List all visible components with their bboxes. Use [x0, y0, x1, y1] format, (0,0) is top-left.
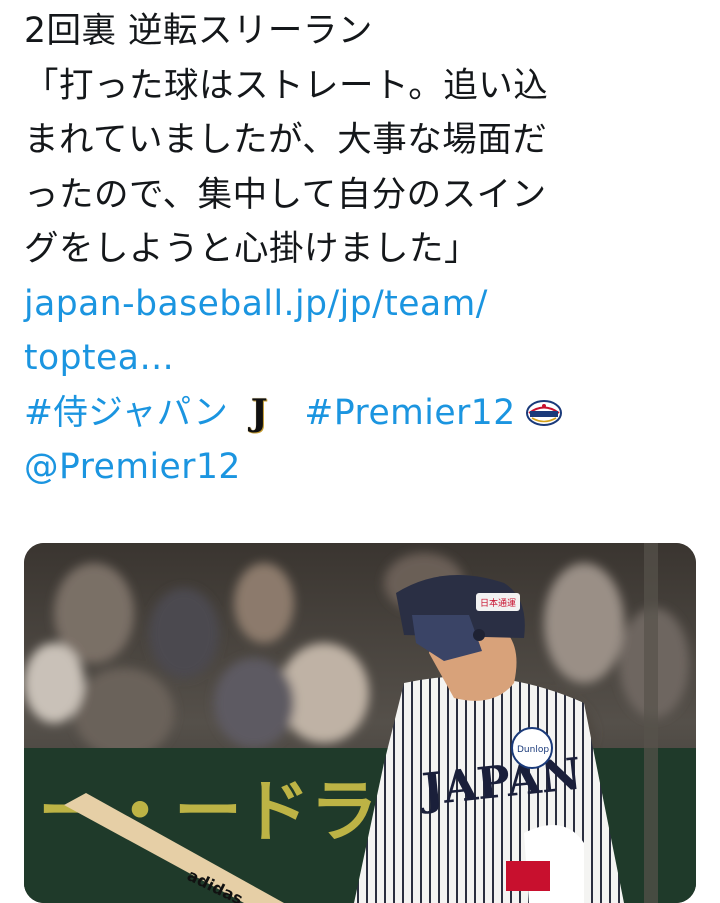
tweet-line: 2回裏 逆転スリーラン: [24, 11, 373, 51]
hashtag-premier12[interactable]: #Premier12: [304, 386, 515, 441]
helmet-badge-text: 日本通運: [480, 597, 516, 609]
tweet-line: 「打った球はストレート。追い込: [24, 65, 549, 106]
tweet: 2回裏 逆転スリーラン 「打った球はストレート。追い込 まれていましたが、大事な…: [0, 0, 720, 903]
tweet-line: グをしようと心掛けました」: [24, 229, 479, 269]
url-link-part2[interactable]: toptea…: [24, 331, 704, 386]
mention-premier12[interactable]: @Premier12: [24, 440, 704, 495]
hashtag-samurai-japan[interactable]: #侍ジャパン: [24, 386, 228, 441]
tweet-line: まれていましたが、大事な場面だ: [24, 120, 548, 160]
hashtag-line: #侍ジャパン J #Premier12: [24, 386, 704, 441]
url-link-part1[interactable]: japan-baseball.jp/jp/team/: [24, 277, 704, 332]
baseball-photo-icon: ー・ードライ adidas JAPAN Dunlop 日本通運: [24, 543, 696, 903]
j-emoji-icon: J: [250, 391, 269, 434]
premier12-logo-icon: [525, 399, 562, 426]
tweet-text: 2回裏 逆転スリーラン 「打った球はストレート。追い込 まれていましたが、大事な…: [24, 4, 704, 495]
patch-text: Dunlop: [517, 745, 549, 755]
tweet-photo[interactable]: ー・ードライ adidas JAPAN Dunlop 日本通運: [24, 543, 696, 903]
tweet-line: ったので、集中して自分のスイン: [24, 174, 547, 215]
